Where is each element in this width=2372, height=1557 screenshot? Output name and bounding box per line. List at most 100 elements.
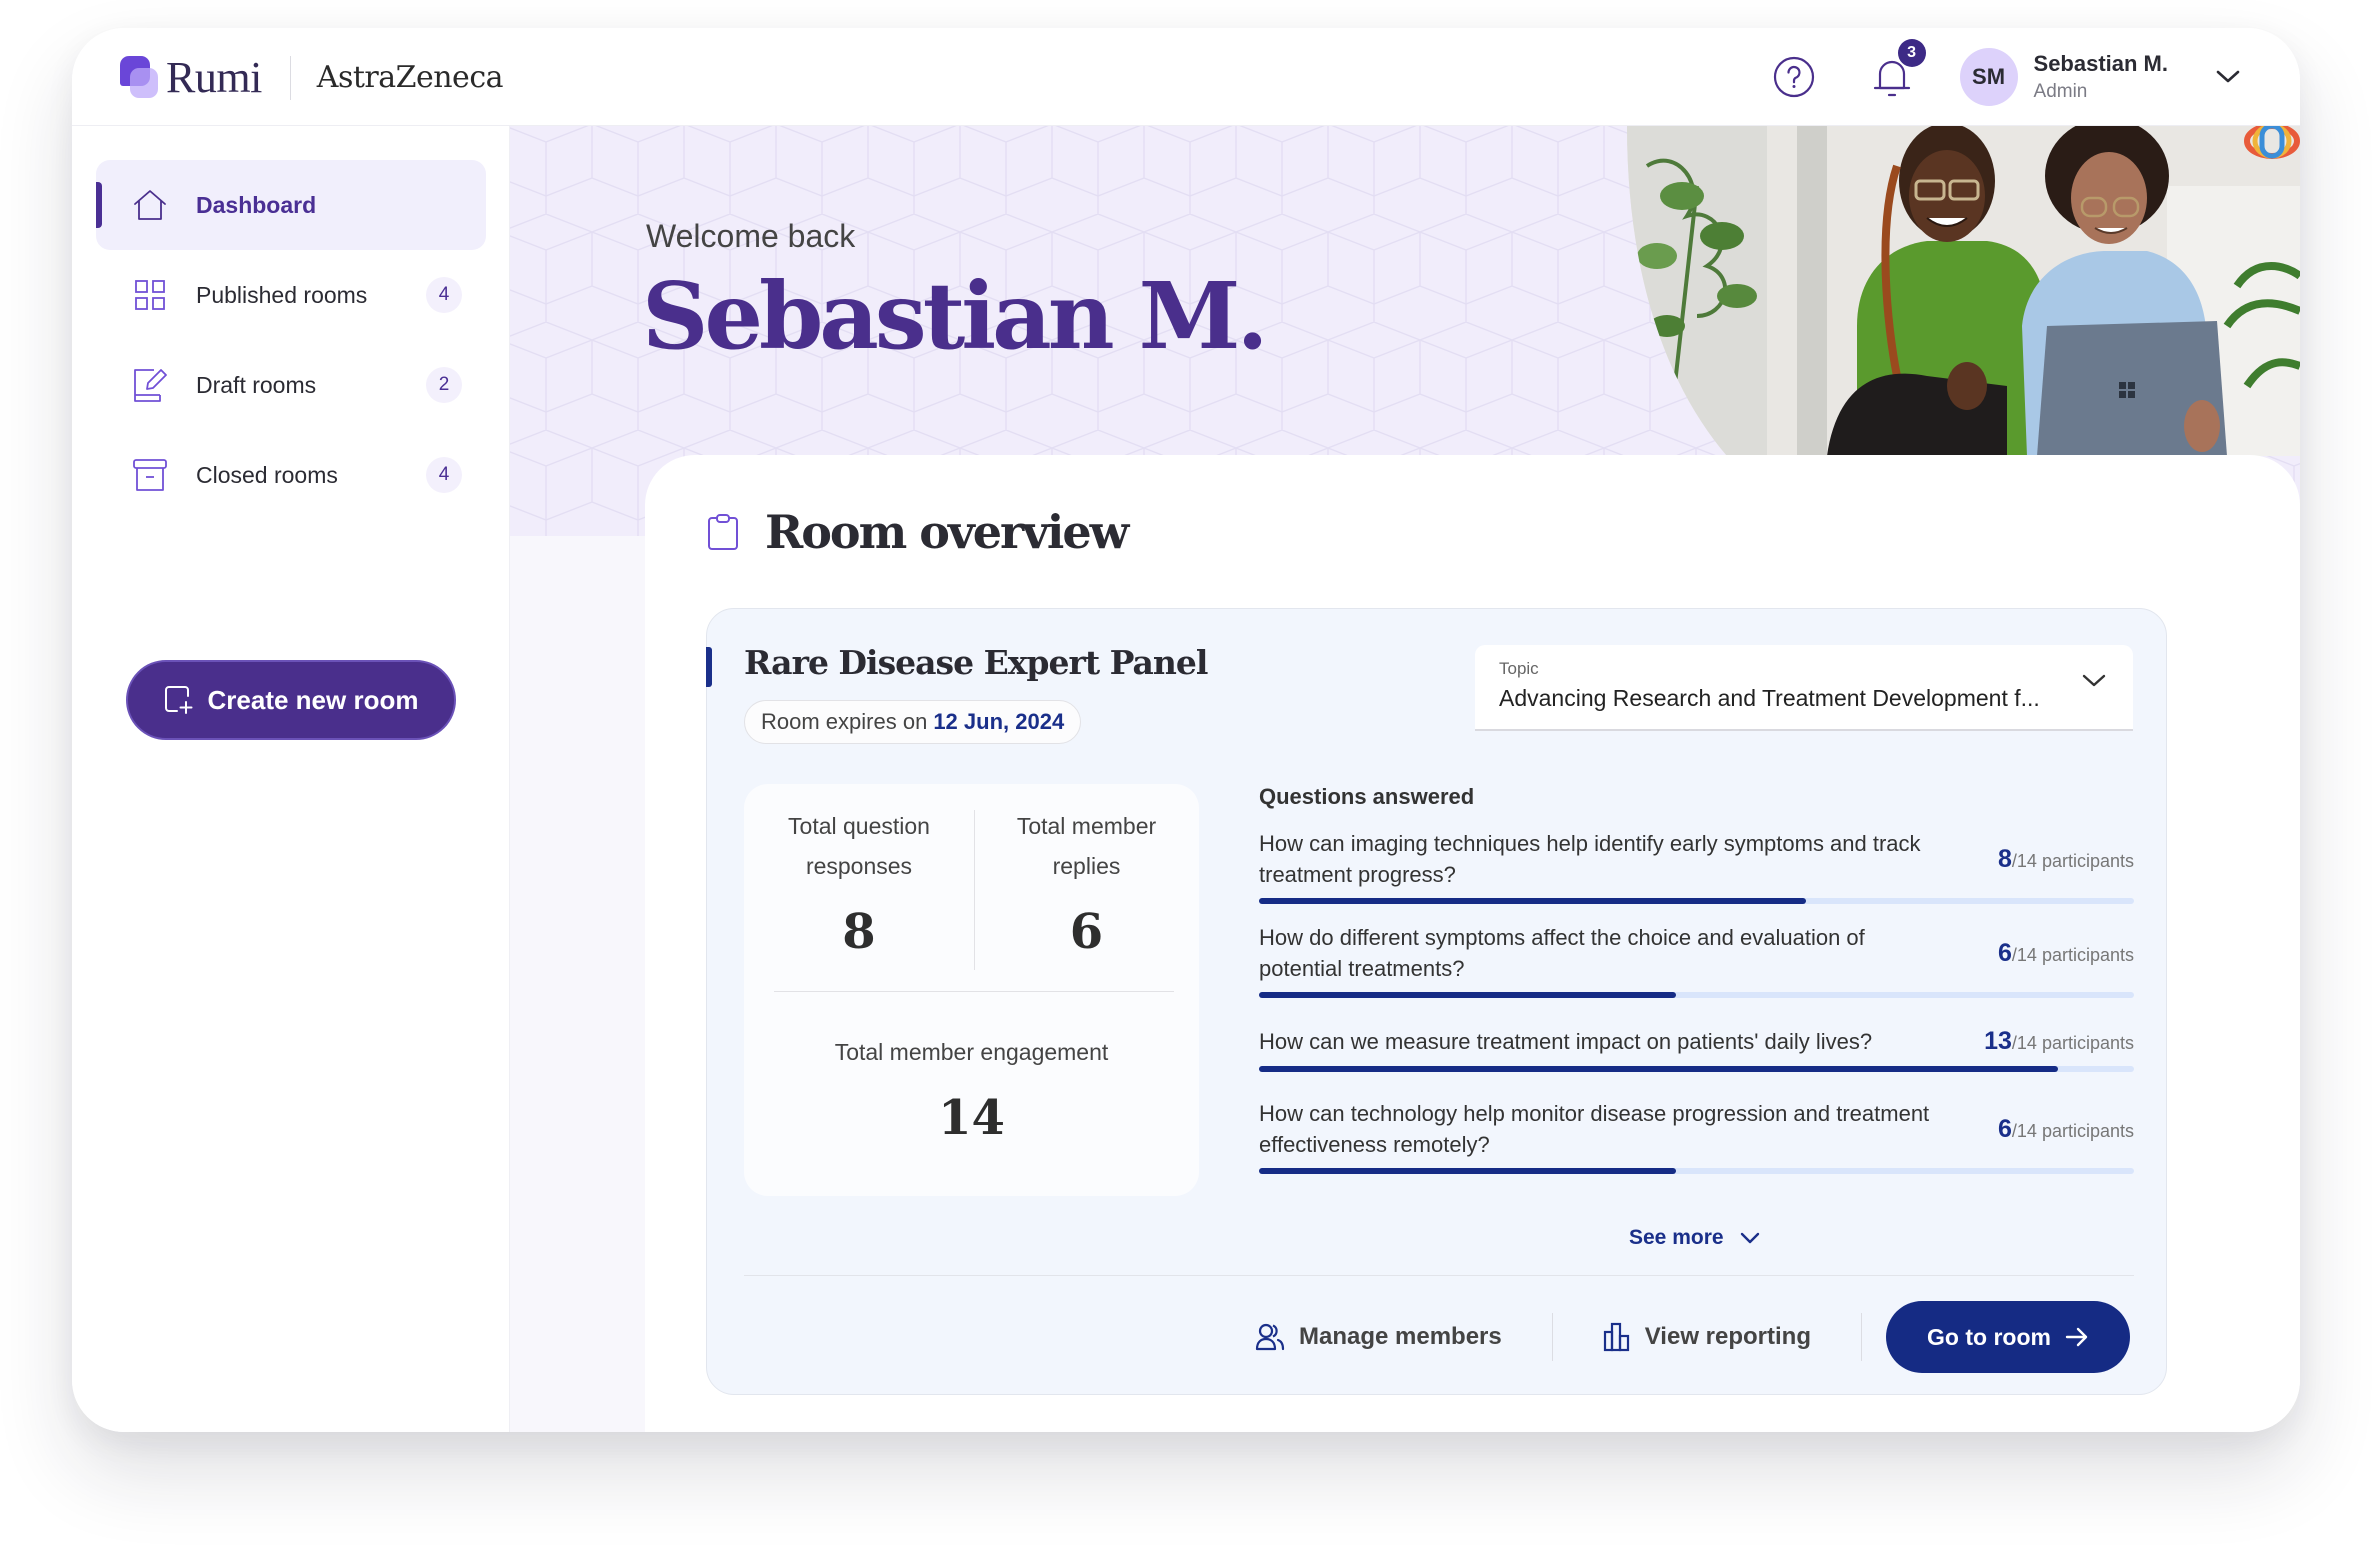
see-more-label: See more [1629, 1226, 1724, 1249]
rumi-logo-icon [120, 55, 160, 100]
sidebar-item-count: 4 [426, 457, 462, 493]
room-name: Rare Disease Expert Panel [744, 643, 1208, 682]
stat-value: 6 [1069, 904, 1104, 960]
notification-count-badge: 3 [1897, 39, 1926, 67]
sidebar-item-count: 2 [426, 367, 462, 403]
sidebar: Dashboard Published rooms 4 Draft rooms [72, 126, 510, 1432]
archive-icon [133, 459, 167, 491]
question-progress-fill [1259, 992, 1677, 998]
room-overview-header: Room overview [707, 505, 1129, 559]
stat-label: Total member engagement [834, 1039, 1109, 1065]
questions-answered-title: Questions answered [1259, 784, 1475, 809]
user-greeting-name: Sebastian M. [642, 262, 1269, 370]
sidebar-item-count: 4 [426, 277, 462, 313]
stat-label: Total member replies [1016, 813, 1157, 879]
expiry-prefix: Room expires on [761, 709, 928, 734]
edit-icon [134, 369, 167, 402]
participants-suffix: /14 participants [2011, 850, 2134, 871]
question-progress-fill [1259, 898, 1806, 904]
answered-count: 6 [1998, 1114, 2012, 1143]
add-room-icon [164, 686, 193, 714]
users-icon [1255, 1323, 1285, 1351]
question-item: How do different symptoms affect the cho… [1259, 922, 2134, 998]
view-reporting-button[interactable]: View reporting [1553, 1322, 1861, 1352]
question-progress-bar [1259, 992, 2134, 998]
room-card: Rare Disease Expert Panel Room expires o… [706, 608, 2167, 1395]
clipboard-icon [708, 514, 738, 550]
user-menu-toggle[interactable] [2204, 53, 2252, 101]
grid-icon [135, 280, 165, 310]
stat-question-responses: Total question responses 8 [744, 806, 974, 960]
brand-logo[interactable]: Rumi AstraZeneca [120, 52, 504, 103]
manage-members-label: Manage members [1298, 1323, 1502, 1350]
question-participation: 6/14 participants [1998, 939, 2134, 968]
top-header: Rumi AstraZeneca 3 SM Sebastian M. Admin [72, 28, 2300, 126]
hero-photo [1627, 126, 2300, 456]
participants-suffix: /14 participants [2011, 1120, 2134, 1141]
go-to-room-button[interactable]: Go to room [1886, 1301, 2130, 1373]
main-content: Room overview Rare Disease Expert Panel … [645, 455, 2300, 1432]
answered-count: 8 [1998, 844, 2012, 873]
user-avatar[interactable]: SM [1959, 48, 2018, 106]
create-new-room-button[interactable]: Create new room [126, 660, 456, 740]
stat-label: Total question responses [788, 813, 930, 879]
question-progress-bar [1259, 898, 2134, 904]
user-info[interactable]: Sebastian M. Admin [2034, 51, 2168, 103]
question-progress-fill [1259, 1168, 1677, 1174]
manage-members-button[interactable]: Manage members [1205, 1322, 1552, 1352]
questions-answered: Questions answered How can imaging techn… [1259, 784, 2134, 1174]
sidebar-item-label: Published rooms [196, 281, 368, 308]
room-stats: Total question responses 8 Total member … [744, 784, 1199, 1196]
expiry-date: 12 Jun, 2024 [933, 709, 1065, 734]
question-participation: 8/14 participants [1998, 845, 2134, 874]
header-actions: 3 SM Sebastian M. Admin [1770, 39, 2252, 112]
see-more-button[interactable]: See more [1629, 1226, 1760, 1250]
question-participation: 6/14 participants [1998, 1115, 2134, 1144]
sidebar-item-draft-rooms[interactable]: Draft rooms 2 [96, 340, 486, 430]
stat-value: 8 [842, 904, 876, 960]
chevron-down-icon [2216, 70, 2240, 83]
logo-divider [289, 55, 291, 100]
home-icon [134, 190, 166, 220]
question-text: How can technology help monitor disease … [1259, 1101, 1930, 1157]
sidebar-item-published-rooms[interactable]: Published rooms 4 [96, 250, 486, 340]
view-reporting-label: View reporting [1644, 1323, 1811, 1350]
room-overview-title: Room overview [765, 505, 1129, 559]
content-gutter [510, 536, 645, 1432]
sidebar-item-closed-rooms[interactable]: Closed rooms 4 [96, 430, 486, 520]
chevron-down-icon [2082, 674, 2106, 687]
partner-name: AstraZeneca [316, 60, 504, 95]
app-window: Rumi AstraZeneca 3 SM Sebastian M. Admin… [72, 28, 2300, 1432]
room-footer-divider [744, 1275, 2134, 1276]
topic-select[interactable]: Topic Advancing Research and Treatment D… [1475, 645, 2133, 731]
question-item: How can we measure treatment impact on p… [1259, 1024, 2134, 1072]
room-actions: Manage members View reporting Go to room [1205, 1301, 2130, 1373]
welcome-text: Welcome back [646, 218, 856, 254]
question-participation: 13/14 participants [1984, 1027, 2134, 1056]
sidebar-item-dashboard[interactable]: Dashboard [96, 160, 486, 250]
sidebar-item-label: Draft rooms [196, 371, 317, 398]
question-text: How can imaging techniques help identify… [1259, 831, 1921, 887]
sidebar-item-label: Closed rooms [196, 461, 338, 488]
room-expiry-badge: Room expires on 12 Jun, 2024 [744, 700, 1082, 744]
notifications-button[interactable]: 3 [1868, 39, 1926, 101]
question-item: How can technology help monitor disease … [1259, 1098, 2134, 1174]
question-progress-fill [1259, 1066, 2058, 1072]
help-button[interactable] [1770, 53, 1818, 101]
question-progress-bar [1259, 1066, 2134, 1072]
room-accent-bar [706, 647, 712, 687]
topic-value: Advancing Research and Treatment Develop… [1499, 685, 2040, 711]
stat-member-replies: Total member replies 6 [974, 806, 1199, 960]
stat-value: 14 [938, 1090, 1005, 1146]
participants-suffix: /14 participants [2011, 944, 2134, 965]
sidebar-nav: Dashboard Published rooms 4 Draft rooms [96, 160, 486, 520]
stats-divider-horizontal [774, 991, 1174, 992]
topic-label: Topic [1499, 659, 1539, 678]
question-text: How can we measure treatment impact on p… [1259, 1028, 1873, 1054]
create-new-room-label: Create new room [207, 684, 419, 715]
user-name: Sebastian M. [2033, 51, 2168, 76]
stat-member-engagement: Total member engagement 14 [744, 1032, 1199, 1146]
question-text: How do different symptoms affect the cho… [1259, 925, 1865, 981]
help-icon [1773, 56, 1814, 98]
bar-chart-icon [1603, 1322, 1629, 1352]
